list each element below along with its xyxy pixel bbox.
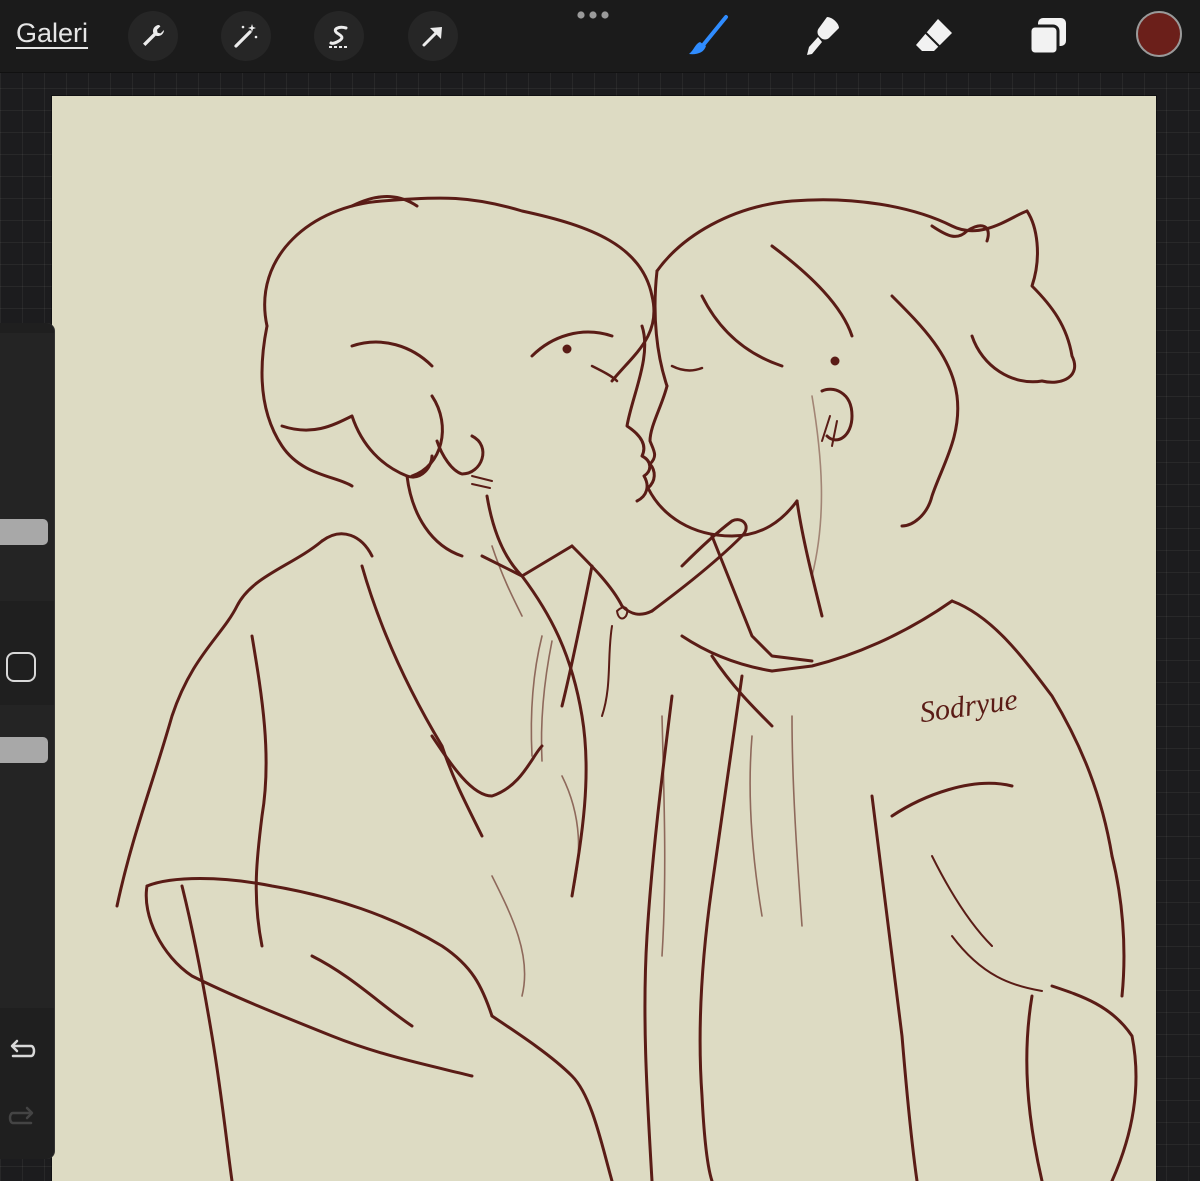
transform-button[interactable] xyxy=(408,11,458,61)
opacity-slider[interactable] xyxy=(0,705,54,1008)
color-picker-button[interactable] xyxy=(1136,11,1182,57)
brush-size-handle[interactable] xyxy=(0,519,48,545)
magic-wand-icon xyxy=(234,24,258,48)
transform-arrow-icon xyxy=(422,27,442,47)
selection-s-icon xyxy=(329,25,349,48)
drawing-canvas[interactable]: Sodryue xyxy=(52,96,1156,1181)
gallery-button[interactable]: Galeri xyxy=(16,18,88,49)
opacity-handle[interactable] xyxy=(0,737,48,763)
eraser-tool-button[interactable] xyxy=(910,12,958,60)
brush-icon xyxy=(689,15,728,55)
wrench-icon xyxy=(143,24,165,46)
layers-button[interactable] xyxy=(1024,12,1072,60)
selection-button[interactable] xyxy=(314,11,364,61)
signature-text: Sodryue xyxy=(918,683,1020,729)
sketch-artwork: Sodryue xyxy=(115,195,1138,1181)
smudge-tool-button[interactable] xyxy=(797,12,845,60)
top-toolbar: Galeri xyxy=(0,0,1200,73)
modify-button[interactable] xyxy=(6,652,36,682)
redo-button[interactable] xyxy=(5,1101,39,1131)
adjustments-button[interactable] xyxy=(221,11,271,61)
brush-size-slider[interactable] xyxy=(0,333,54,601)
eraser-icon xyxy=(916,19,952,51)
actions-wrench-button[interactable] xyxy=(128,11,178,61)
brush-sidebar xyxy=(0,323,54,1159)
undo-button[interactable] xyxy=(5,1034,39,1064)
brush-tool-button[interactable] xyxy=(684,12,732,60)
smudge-icon xyxy=(807,17,839,55)
more-dots-icon[interactable] xyxy=(574,8,614,22)
undo-icon xyxy=(10,1039,36,1058)
redo-icon xyxy=(8,1106,34,1125)
layers-icon xyxy=(1028,18,1066,56)
